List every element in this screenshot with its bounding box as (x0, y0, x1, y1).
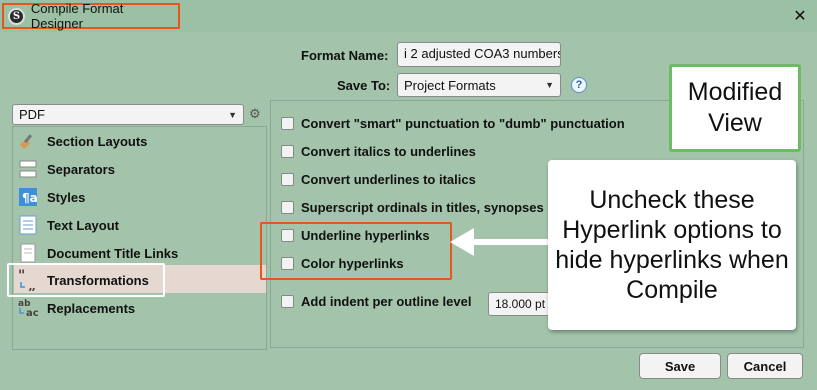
text-layout-icon (17, 215, 39, 235)
option-label: Convert "smart" punctuation to "dumb" pu… (301, 116, 625, 131)
window-title: Compile Format Designer (30, 1, 124, 31)
scrivener-app-icon: S (8, 7, 25, 25)
transformations-highlight-box (7, 263, 165, 297)
nav-item-separators[interactable]: Separators (17, 156, 115, 182)
title-bar: S Compile Format Designer ✕ (0, 0, 817, 32)
checkbox[interactable] (281, 295, 294, 308)
gear-icon[interactable]: ⚙ (249, 106, 261, 122)
option-underlines-to-italics[interactable]: Convert underlines to italics (281, 172, 476, 187)
ab-ac-replace-icon: ab ac (17, 298, 39, 319)
option-italics-to-underlines[interactable]: Convert italics to underlines (281, 144, 476, 159)
document-icon (17, 243, 39, 263)
save-to-value: Project Formats (404, 77, 496, 93)
nav-label: Separators (47, 161, 115, 177)
svg-text:ac: ac (26, 308, 39, 319)
styles-icon: ¶a (17, 187, 39, 207)
modified-view-callout: Modified View (669, 64, 801, 152)
window-title-highlight: S Compile Format Designer (2, 1, 180, 31)
nav-label: Document Title Links (47, 245, 179, 261)
nav-label: Section Layouts (47, 133, 148, 149)
save-to-label: Save To: (337, 78, 391, 93)
cancel-button[interactable]: Cancel (727, 353, 803, 379)
nav-label: Styles (47, 189, 86, 205)
option-label: Superscript ordinals in titles, synopses… (301, 200, 557, 215)
nav-item-replacements[interactable]: ab ac Replacements (17, 295, 135, 321)
option-convert-smart-punctuation[interactable]: Convert "smart" punctuation to "dumb" pu… (281, 116, 625, 131)
section-list-panel: Section Layouts Separators ¶a Styles Tex… (7, 126, 267, 350)
output-type-value: PDF (19, 107, 45, 122)
close-button[interactable]: ✕ (783, 0, 817, 32)
save-to-select[interactable]: Project Formats ▼ (397, 73, 561, 97)
option-label: Convert italics to underlines (301, 144, 476, 159)
paintbrush-icon (17, 131, 39, 151)
option-label: Convert underlines to italics (301, 172, 476, 187)
nav-item-section-layouts[interactable]: Section Layouts (17, 128, 147, 154)
save-button[interactable]: Save (639, 353, 721, 379)
pointer-arrow-icon (450, 228, 556, 256)
nav-label: Text Layout (47, 217, 119, 233)
hyperlink-options-highlight (260, 222, 452, 280)
nav-item-text-layout[interactable]: Text Layout (17, 212, 119, 238)
chevron-down-icon: ▼ (228, 109, 237, 120)
checkbox[interactable] (281, 117, 294, 130)
checkbox[interactable] (281, 173, 294, 186)
output-type-select[interactable]: PDF ▼ (12, 104, 244, 125)
option-label: Add indent per outline level (301, 294, 472, 309)
help-icon[interactable]: ? (571, 77, 587, 93)
chevron-down-icon: ▼ (545, 80, 554, 90)
svg-text:¶a: ¶a (22, 191, 38, 205)
format-name-label: Format Name: (301, 48, 389, 63)
checkbox[interactable] (281, 201, 294, 214)
instruction-callout: Uncheck these Hyperlink options to hide … (548, 160, 796, 330)
option-add-indent-per-outline-level[interactable]: Add indent per outline level (281, 294, 471, 309)
nav-label: Replacements (47, 300, 136, 316)
nav-item-styles[interactable]: ¶a Styles (17, 184, 85, 210)
separator-icon (17, 159, 39, 179)
format-name-input[interactable]: i 2 adjusted COA3 numbers (397, 42, 561, 67)
checkbox[interactable] (281, 145, 294, 158)
option-superscript-ordinals[interactable]: Superscript ordinals in titles, synopses… (281, 200, 557, 215)
